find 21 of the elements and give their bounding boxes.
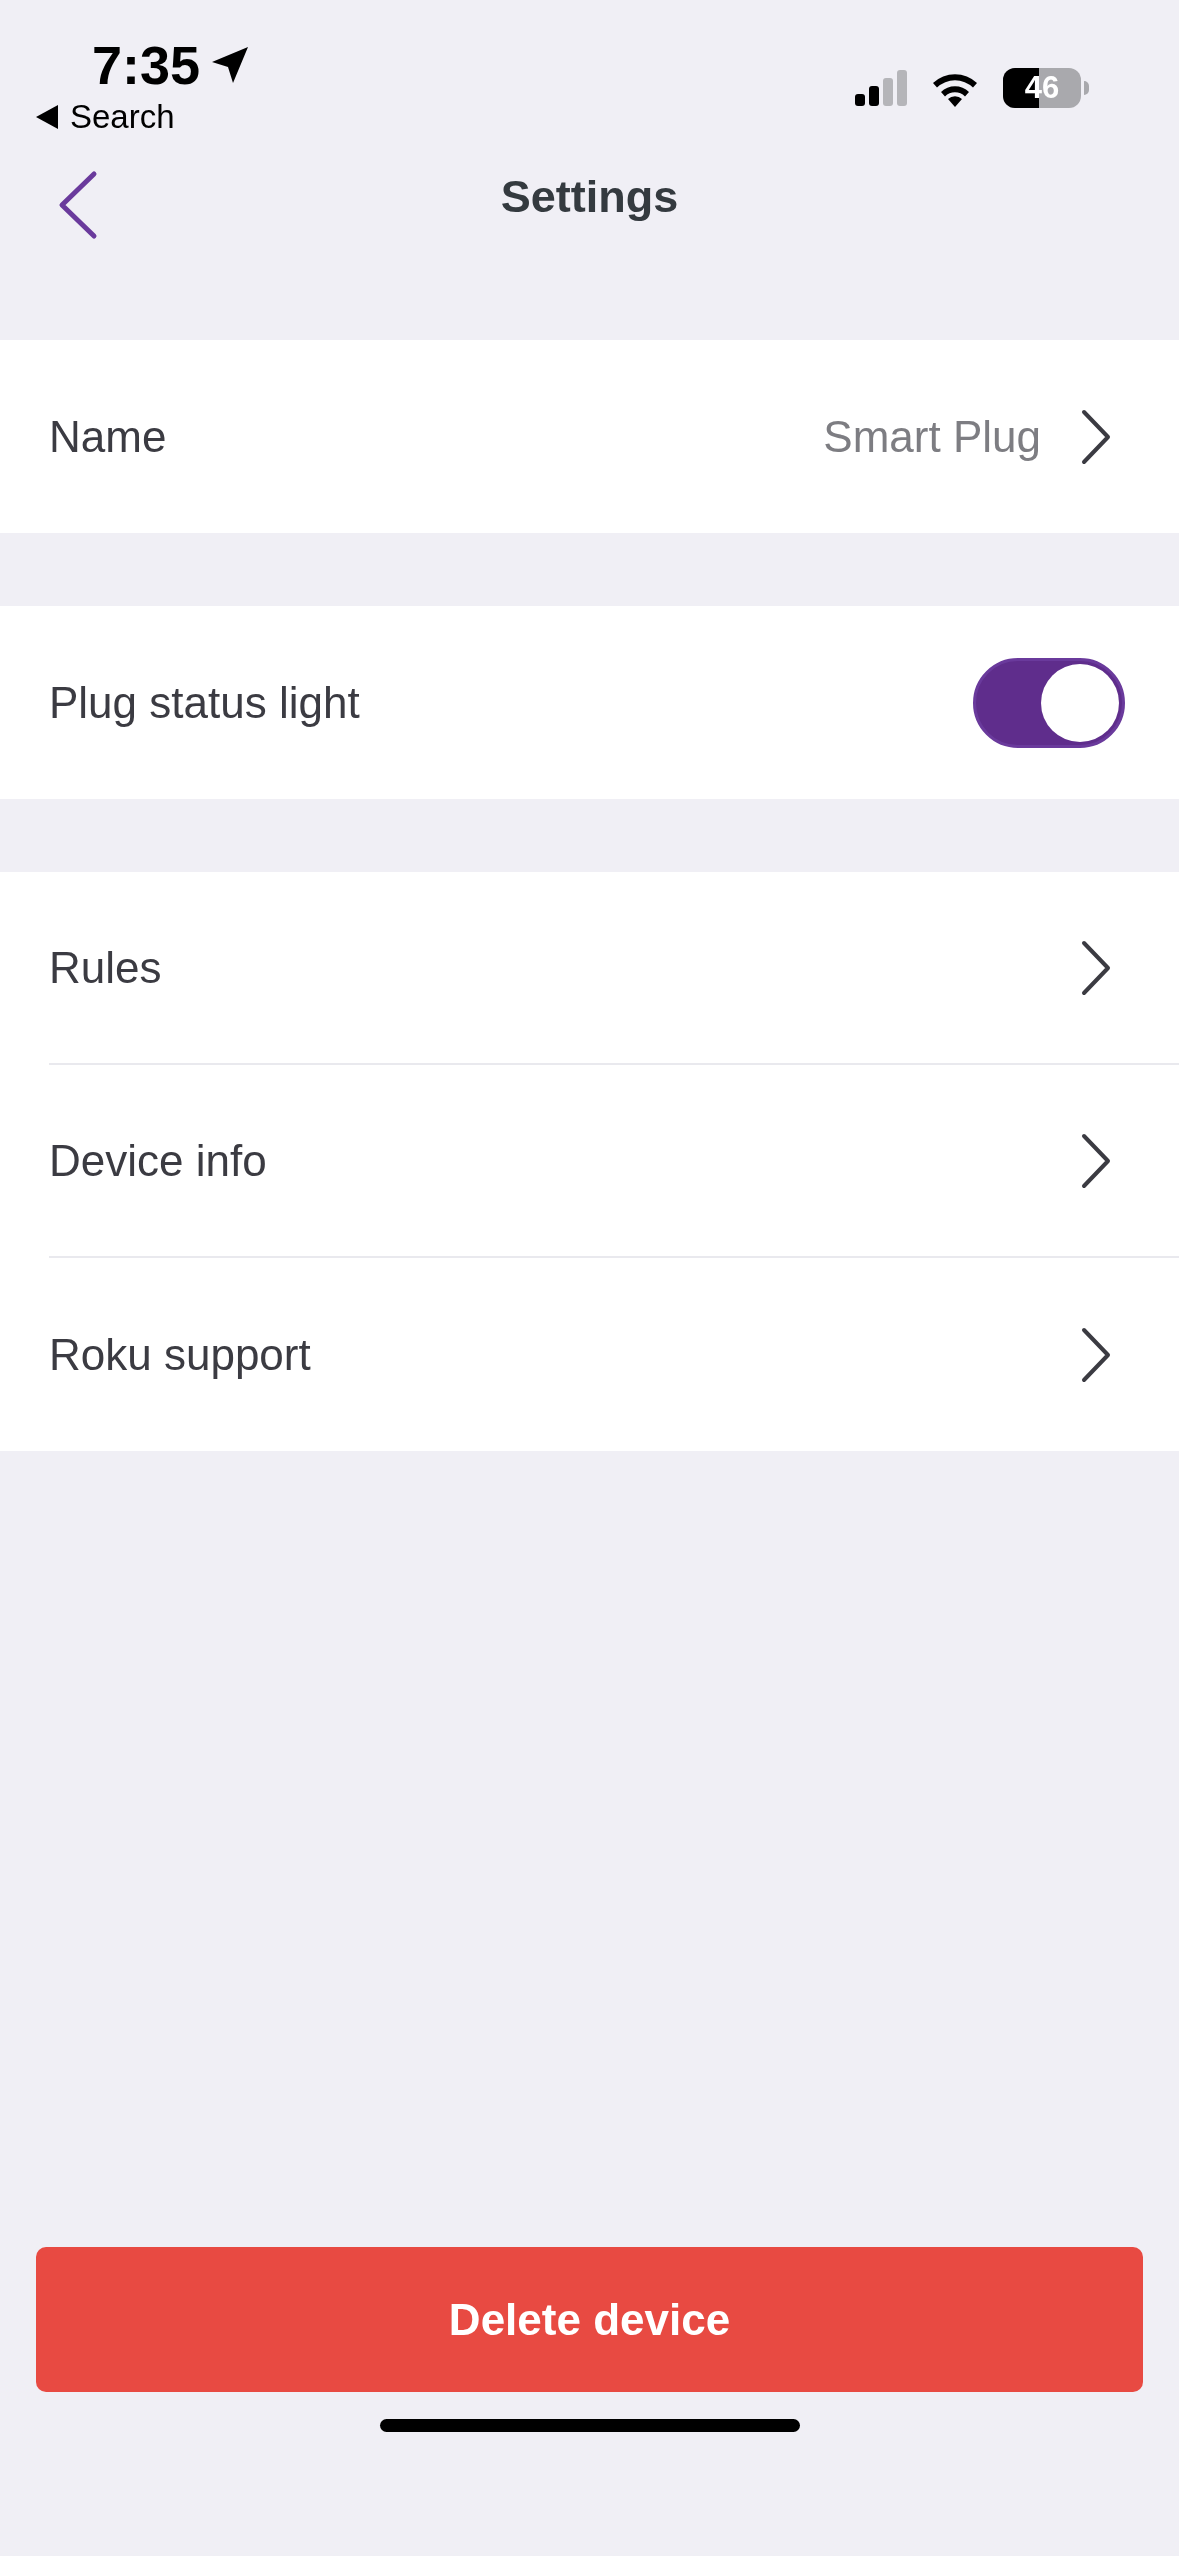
row-label: Name	[49, 411, 168, 462]
settings-row[interactable]: Roku support	[49, 1258, 1179, 1451]
back-to-app-link[interactable]: Search	[36, 98, 175, 136]
location-arrow-icon	[210, 45, 251, 85]
row-label: Device info	[49, 1135, 268, 1186]
row-label: Roku support	[49, 1329, 312, 1380]
back-triangle-icon	[36, 105, 58, 129]
settings-row[interactable]: Rules	[49, 872, 1179, 1065]
settings-row[interactable]: Device info	[49, 1065, 1179, 1258]
row-label: Rules	[49, 942, 163, 993]
row-label: Plug status light	[49, 677, 361, 728]
status-time: 7:35	[91, 38, 201, 92]
chevron-right-icon	[1081, 1326, 1111, 1383]
delete-device-button[interactable]: Delete device	[36, 2247, 1143, 2392]
row-value: Smart Plug	[823, 411, 1041, 462]
page-title: Settings	[500, 170, 679, 224]
chevron-right-icon	[1081, 408, 1111, 465]
chevron-right-icon	[1081, 939, 1111, 996]
chevron-right-icon	[1081, 1132, 1111, 1189]
battery-cap-icon	[1084, 81, 1089, 95]
signal-icon	[855, 70, 907, 106]
